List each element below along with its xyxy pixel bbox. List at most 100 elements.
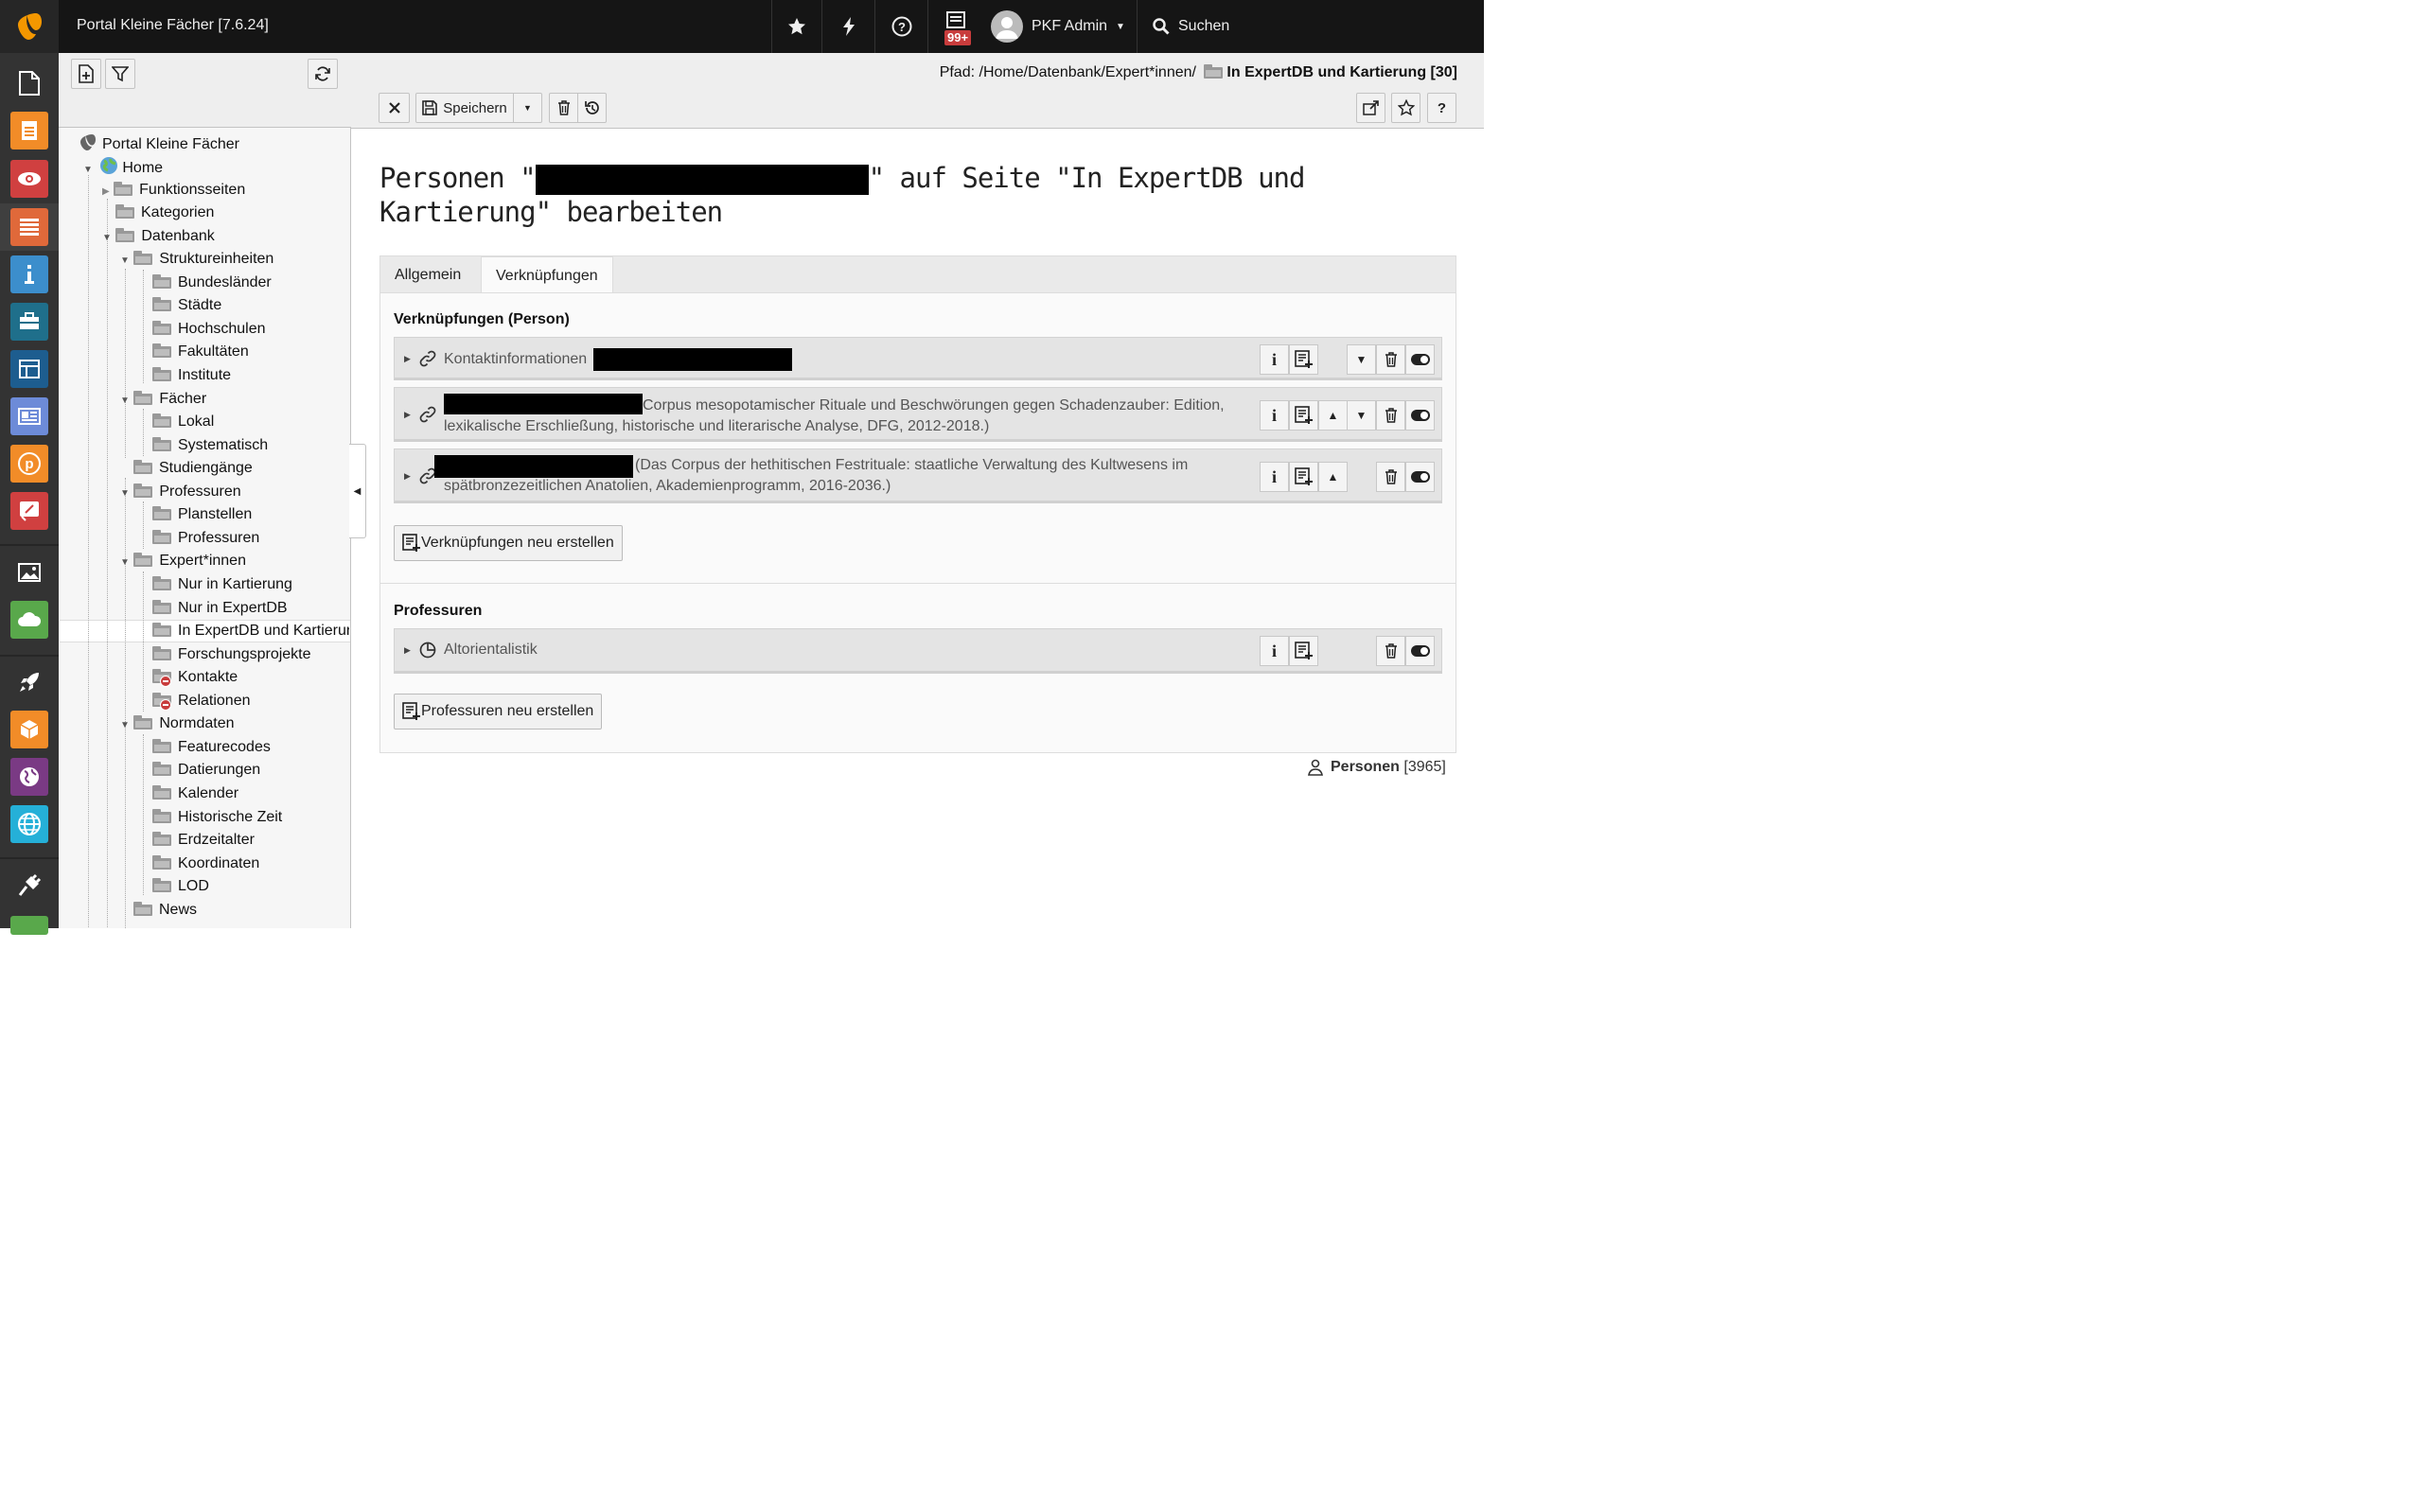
search-button[interactable]: Suchen [1153,0,1229,53]
caret-down-icon[interactable]: ▼ [120,396,130,406]
delete-record-button[interactable] [1376,400,1405,431]
tree-node[interactable]: Erdzeitalter [152,830,255,851]
tree-node[interactable]: Bundesländer [152,273,272,293]
delete-record-button[interactable] [1376,636,1405,666]
image-icon[interactable] [10,554,48,591]
caret-down-icon[interactable]: ▼ [102,233,112,243]
link-module-icon[interactable] [10,492,48,530]
bookmarks-button[interactable] [771,0,820,53]
typo3-logo-icon[interactable] [0,0,59,53]
tree-node[interactable]: ▼ Professuren [120,482,241,502]
info-button[interactable]: i [1260,462,1289,492]
tree-node[interactable]: Planstellen [152,504,252,525]
caret-down-icon[interactable]: ▼ [83,165,93,175]
new-record-button[interactable] [1289,400,1318,431]
new-record-button[interactable] [1289,462,1318,492]
toggle-visibility-button[interactable] [1405,400,1435,431]
tree-node[interactable]: ▼ Fächer [120,389,206,410]
new-record-button[interactable] [1289,344,1318,375]
tree-node[interactable]: Kategorien [115,202,214,223]
globe-icon[interactable] [10,805,48,843]
tree-node[interactable]: ▼ Home [83,156,163,177]
eye-icon[interactable] [10,160,48,198]
close-button[interactable] [379,93,410,123]
tree-node[interactable]: Städte [152,295,221,316]
tab-verknuepfungen[interactable]: Verknüpfungen [481,256,613,294]
package-icon[interactable] [10,711,48,748]
new-professur-button[interactable]: Professuren neu erstellen [394,694,603,730]
info-button[interactable]: i [1260,344,1289,375]
tree-node[interactable]: Professuren [152,528,259,549]
tree-node[interactable]: News [133,900,197,921]
open-new-window-button[interactable] [1356,93,1385,123]
save-options-dropdown[interactable]: ▼ [513,93,542,123]
tree-node[interactable]: ▼ Datenbank [102,226,215,247]
list-module-icon[interactable] [10,208,48,246]
caret-right-icon[interactable]: ▶ [404,354,411,364]
clear-cache-button[interactable] [821,0,874,53]
page-module-icon[interactable] [10,64,48,102]
tab-allgemein[interactable]: Allgemein [380,256,475,294]
caret-right-icon[interactable]: ▶ [404,471,411,482]
briefcase-icon[interactable] [10,303,48,341]
tree-node[interactable]: ▼ Normdaten [120,713,235,734]
relation-record[interactable]: ▶ Corpus mesopotamischer Rituale und Bes… [394,387,1442,442]
tree-node[interactable]: Lokal [152,412,214,432]
new-relation-button[interactable]: Verknüpfungen neu erstellen [394,525,623,561]
caret-right-icon[interactable]: ▶ [404,410,411,420]
caret-down-icon[interactable]: ▼ [120,557,130,568]
tree-node[interactable]: Forschungsprojekte [152,644,311,665]
info-module-icon[interactable] [10,255,48,293]
tree-node[interactable]: ▶ Funktionsseiten [102,180,245,201]
tree-node[interactable]: Kontakte [152,667,238,688]
tree-node[interactable]: Koordinaten [152,853,259,874]
tree-node[interactable]: Historische Zeit [152,807,282,828]
caret-right-icon[interactable]: ▶ [404,645,411,656]
tree-node[interactable]: ▼ Struktureinheiten [120,249,273,270]
user-menu[interactable]: PKF Admin ▼ [991,0,1125,53]
p-module-icon[interactable]: p [10,445,48,483]
caret-down-icon[interactable]: ▼ [120,255,130,266]
relation-record[interactable]: ▶ (Das Corpus der hethitischen Festritua… [394,448,1442,503]
refresh-tree-button[interactable] [308,59,338,89]
move-up-button[interactable]: ▲ [1318,400,1348,431]
delete-record-button[interactable] [1376,462,1405,492]
partial-module-icon[interactable] [10,916,48,935]
cloud-module-icon[interactable] [10,601,48,639]
move-down-button[interactable]: ▼ [1347,400,1376,431]
site-title[interactable]: Portal Kleine Fächer [7.6.24] [77,17,269,34]
help-button[interactable]: ? [874,0,927,53]
move-up-button[interactable]: ▲ [1318,462,1348,492]
tree-node[interactable]: Hochschulen [152,319,266,340]
tree-node[interactable]: Portal Kleine Fächer [79,132,239,153]
tree-node[interactable]: Relationen [152,691,251,712]
tree-node-selected[interactable]: In ExpertDB und Kartierung [152,621,349,642]
tree-node[interactable]: Nur in ExpertDB [152,598,288,619]
bookmark-button[interactable] [1391,93,1420,123]
layout-module-icon[interactable] [10,350,48,388]
tree-node[interactable]: Featurecodes [152,737,271,758]
caret-down-icon[interactable]: ▼ [120,488,130,499]
delete-record-button[interactable] [1376,344,1405,375]
toggle-visibility-button[interactable] [1405,636,1435,666]
delete-button[interactable] [549,93,578,123]
news-module-icon[interactable] [10,397,48,435]
relation-record[interactable]: ▶ Kontaktinformationen i ▼ [394,337,1442,380]
tree-node[interactable]: Nur in Kartierung [152,574,292,595]
move-down-button[interactable]: ▼ [1347,344,1376,375]
tree-node[interactable]: Kalender [152,783,238,804]
filter-button[interactable] [105,59,135,89]
rocket-icon[interactable] [10,663,48,701]
caret-right-icon[interactable]: ▶ [102,186,110,197]
professur-record[interactable]: ▶ Altorientalistik i [394,628,1442,674]
info-button[interactable]: i [1260,636,1289,666]
caret-down-icon[interactable]: ▼ [120,720,130,730]
info-button[interactable]: i [1260,400,1289,431]
toggle-visibility-button[interactable] [1405,344,1435,375]
tree-node[interactable]: ▼ Expert*innen [120,551,246,571]
tree-node[interactable]: Fakultäten [152,342,249,362]
tree-node[interactable]: Studiengänge [133,458,253,479]
view-module-icon[interactable] [10,112,48,149]
tree-node[interactable]: Systematisch [152,435,268,456]
history-button[interactable] [577,93,607,123]
